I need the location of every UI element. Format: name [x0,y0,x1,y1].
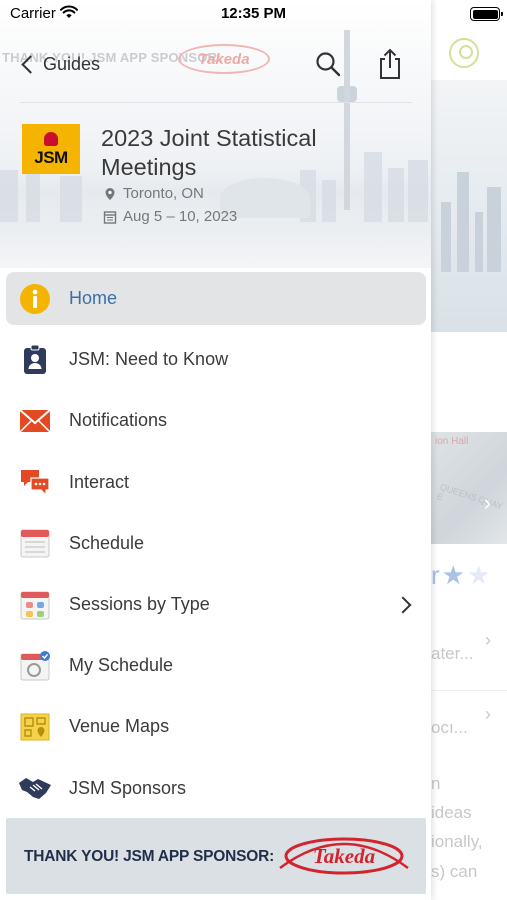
maple-leaf-icon [44,132,58,146]
menu-item-my-schedule[interactable]: My Schedule [0,635,431,696]
menu-item-label: Sessions by Type [69,594,210,615]
background-text-line: n [431,774,441,793]
photo-next-icon: › [483,490,491,515]
menu-item-sessions-by-type[interactable]: Sessions by Type [0,574,431,635]
drawer-menu: Home JSM: Need to Know Notifications Int… [0,268,431,819]
background-banner-image [431,80,507,332]
menu-item-label: JSM: Need to Know [69,349,229,370]
venue-photo-street: QUEENS QUAY E [435,481,504,512]
takeda-logo: Takeda [278,834,410,878]
menu-item-label: JSM Sponsors [69,777,187,798]
background-screen: ion Hall QUEENS QUAY E › r★★ ater... › o… [431,0,507,900]
envelope-icon [18,404,52,438]
cn-tower-backdrop [344,30,350,210]
menu-item-label: Schedule [69,532,145,553]
map-icon [18,710,52,744]
calendar-check-icon [18,649,52,683]
status-bar: Carrier 12:35 PM [0,0,507,28]
event-title: 2023 Joint Statistical Meetings [101,125,317,180]
menu-item-label: Home [69,288,118,309]
background-text-line: s) can [431,862,478,881]
chevron-left-icon [21,54,40,74]
event-dates: Aug 5 – 10, 2023 [103,208,237,225]
menu-item-label: Notifications [69,410,168,431]
menu-item-label: Venue Maps [69,716,170,737]
venue-photo-caption: ion Hall [435,436,469,447]
event-location-text: Toronto, ON [123,185,204,202]
takeda-logo-text: Takeda [312,844,376,868]
event-dates-text: Aug 5 – 10, 2023 [123,208,238,225]
background-text-line: ocı... [431,718,468,737]
badge-icon [18,343,52,377]
navigation-drawer: THANK YOU! JSM APP SPONSOR: Takeda Guide… [0,0,431,900]
background-text-line: ideas [431,803,472,822]
sponsor-watermark-logo-text: Takeda [198,51,250,68]
sponsor-banner[interactable]: THANK YOU! JSM APP SPONSOR: Takeda [6,818,426,894]
sponsor-watermark-logo: Takeda [178,44,270,74]
drawer-header: THANK YOU! JSM APP SPONSOR: Takeda Guide… [0,0,431,268]
event-logo-text: JSM [34,148,68,167]
chat-bubbles-icon [18,465,52,499]
share-icon[interactable] [376,48,404,80]
back-button-label: Guides [43,53,101,74]
calendar-small-icon [103,210,117,224]
rating-stars: r★★ [431,560,493,590]
menu-item-notifications[interactable]: Notifications [0,390,431,451]
event-location: Toronto, ON [103,185,204,202]
grid-calendar-icon [18,588,52,622]
menu-item-home[interactable]: Home [0,268,431,329]
event-logo: JSM [22,124,80,174]
background-text-line: ionally, [431,832,483,851]
profile-icon [449,38,479,68]
back-button[interactable]: Guides [18,50,100,78]
battery-icon [470,7,503,21]
info-icon [18,282,52,316]
clock: 12:35 PM [220,5,287,22]
search-icon[interactable] [314,50,342,78]
chevron-right-icon: › [485,704,491,724]
location-pin-icon [105,187,115,200]
menu-item-interact[interactable]: Interact [0,452,431,513]
menu-item-jsm-sponsors[interactable]: JSM Sponsors [0,758,431,819]
handshake-icon [18,771,52,805]
menu-item-venue-maps[interactable]: Venue Maps [0,696,431,757]
background-venue-photo: ion Hall QUEENS QUAY E [431,432,507,544]
background-text-line: ater... [431,644,474,663]
menu-item-schedule[interactable]: Schedule [0,513,431,574]
chevron-right-icon [394,596,412,614]
menu-item-label: My Schedule [69,655,174,676]
menu-item-need-to-know[interactable]: JSM: Need to Know [0,329,431,390]
sponsor-banner-text: THANK YOU! JSM APP SPONSOR: [24,848,275,865]
header-divider [20,102,412,103]
calendar-icon [18,526,52,560]
chevron-right-icon: › [485,630,491,650]
menu-item-label: Interact [69,471,130,492]
